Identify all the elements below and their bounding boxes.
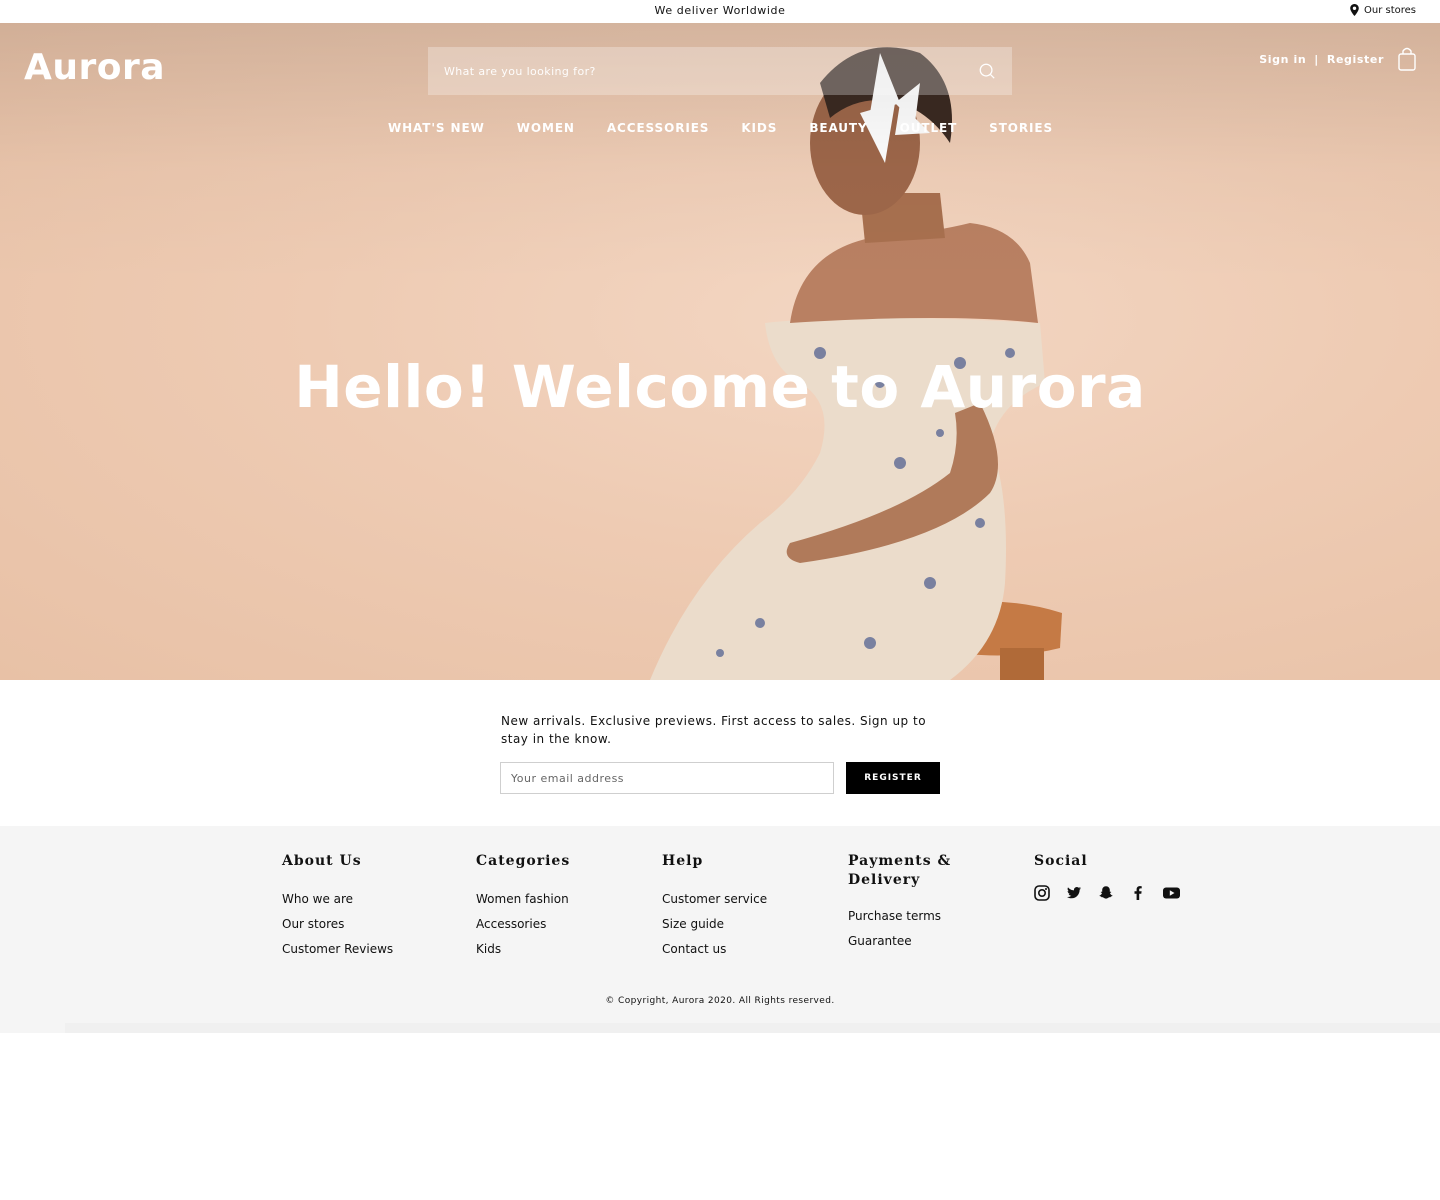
footer-column-categories: Categories Women fashion Accessories Kid… xyxy=(476,852,570,962)
footer-link-accessories[interactable]: Accessories xyxy=(476,917,546,931)
social-icons xyxy=(1034,885,1181,901)
footer-column-payments: Payments & Delivery Purchase terms Guara… xyxy=(848,852,968,954)
footer-heading-payments: Payments & Delivery xyxy=(848,853,952,888)
snapchat-icon[interactable] xyxy=(1098,885,1114,901)
nav-item-women[interactable]: WOMEN xyxy=(517,121,575,135)
footer-column-about: About Us Who we are Our stores Customer … xyxy=(282,852,393,962)
footer-heading-about: About Us xyxy=(282,853,362,869)
email-field[interactable] xyxy=(500,762,834,794)
search-bar[interactable] xyxy=(428,47,1012,95)
footer-link-size-guide[interactable]: Size guide xyxy=(662,917,724,931)
nav-item-whats-new[interactable]: WHAT'S NEW xyxy=(388,121,485,135)
footer-heading-categories: Categories xyxy=(476,853,571,869)
footer-link-customer-service[interactable]: Customer service xyxy=(662,892,767,906)
footer-heading-help: Help xyxy=(662,853,704,869)
footer-link-customer-reviews[interactable]: Customer Reviews xyxy=(282,942,393,956)
footer-link-who-we-are[interactable]: Who we are xyxy=(282,892,353,906)
footer-link-contact-us[interactable]: Contact us xyxy=(662,942,726,956)
newsletter-message: New arrivals. Exclusive previews. First … xyxy=(501,714,927,746)
footer: About Us Who we are Our stores Customer … xyxy=(0,826,1440,1033)
sign-in-link[interactable]: Sign in xyxy=(1259,53,1306,66)
our-stores-label: Our stores xyxy=(1363,4,1416,16)
search-input[interactable] xyxy=(444,64,978,78)
account-separator: | xyxy=(1314,53,1319,66)
search-icon[interactable] xyxy=(978,62,996,80)
site-logo[interactable]: Aurora xyxy=(24,47,165,88)
nav-item-stories[interactable]: STORIES xyxy=(989,121,1053,135)
newsletter-section: New arrivals. Exclusive previews. First … xyxy=(0,680,1440,826)
instagram-icon[interactable] xyxy=(1034,885,1050,901)
footer-column-help: Help Customer service Size guide Contact… xyxy=(662,852,767,962)
facebook-icon[interactable] xyxy=(1130,885,1146,901)
announcement-bar: We deliver Worldwide Our stores xyxy=(0,0,1440,23)
announcement-text: We deliver Worldwide xyxy=(654,4,786,17)
footer-link-purchase-terms[interactable]: Purchase terms xyxy=(848,909,941,923)
location-pin-icon xyxy=(1350,4,1359,16)
footer-column-social: Social xyxy=(1034,852,1181,901)
footer-heading-social: Social xyxy=(1034,853,1088,869)
our-stores-link[interactable]: Our stores xyxy=(1350,4,1416,16)
register-button[interactable]: REGISTER xyxy=(846,762,940,794)
copyright-text: © Copyright, Aurora 2020. All Rights res… xyxy=(605,996,835,1006)
nav-item-outlet[interactable]: OUTLET xyxy=(900,121,958,135)
shopping-bag-icon[interactable] xyxy=(1398,47,1416,71)
footer-link-kids[interactable]: Kids xyxy=(476,942,501,956)
account-links: Sign in | Register xyxy=(1259,53,1384,66)
nav-item-kids[interactable]: KIDS xyxy=(741,121,777,135)
hero-banner: Aurora Sign in | Register WHAT'S NEW WOM… xyxy=(0,23,1440,680)
main-nav: WHAT'S NEW WOMEN ACCESSORIES KIDS BEAUTY… xyxy=(0,121,1440,135)
register-link[interactable]: Register xyxy=(1327,53,1384,66)
youtube-icon[interactable] xyxy=(1162,885,1181,901)
footer-link-women-fashion[interactable]: Women fashion xyxy=(476,892,569,906)
hero-title: Hello! Welcome to Aurora xyxy=(294,353,1146,421)
nav-item-beauty[interactable]: BEAUTY xyxy=(809,121,867,135)
nav-item-accessories[interactable]: ACCESSORIES xyxy=(607,121,710,135)
footer-link-our-stores[interactable]: Our stores xyxy=(282,917,344,931)
footer-bottom-divider xyxy=(65,1023,1440,1033)
footer-link-guarantee[interactable]: Guarantee xyxy=(848,934,912,948)
twitter-icon[interactable] xyxy=(1066,885,1082,901)
